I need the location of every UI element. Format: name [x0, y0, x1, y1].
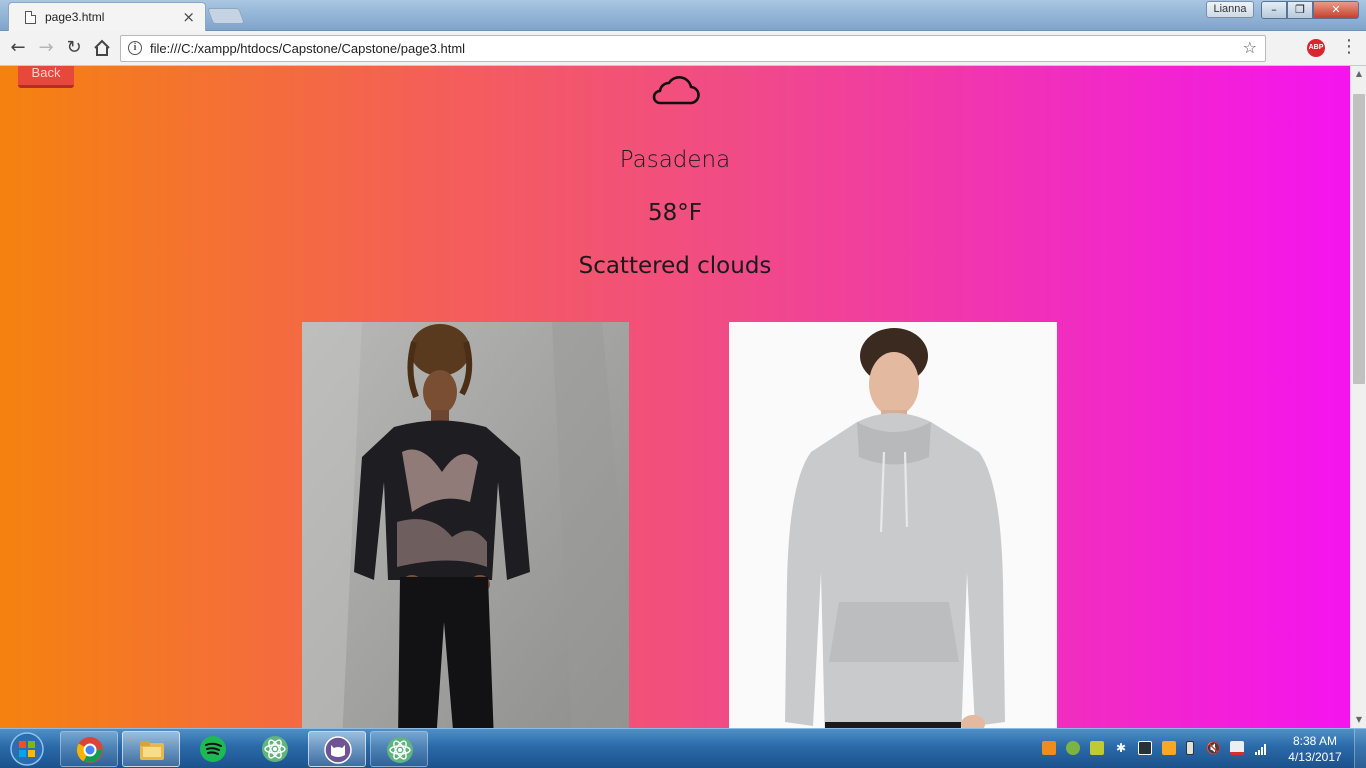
clock-time: 8:38 AM [1292, 734, 1338, 748]
windows-taskbar: ✱ 🔇 8:38 AM 4/13/2017 [0, 728, 1366, 768]
minimize-button[interactable]: – [1261, 1, 1287, 19]
taskbar-file-explorer[interactable] [122, 731, 180, 767]
github-cat-icon [324, 736, 352, 764]
info-icon[interactable]: i [128, 41, 142, 55]
battery-icon[interactable] [1186, 741, 1194, 755]
city-name: Pasadena [619, 147, 731, 173]
taskbar-chrome[interactable] [60, 731, 118, 767]
home-icon[interactable] [90, 36, 114, 60]
grey-hoodie-photo [729, 322, 1057, 728]
show-desktop-button[interactable] [1354, 729, 1366, 768]
display-tray-icon[interactable] [1138, 741, 1152, 755]
taskbar-spotify[interactable] [184, 731, 242, 767]
signal-bars-icon[interactable] [1254, 741, 1268, 755]
new-tab-button[interactable] [207, 8, 245, 24]
reload-icon[interactable]: ↻ [62, 36, 86, 60]
system-clock[interactable]: 8:38 AM 4/13/2017 [1282, 733, 1348, 765]
scroll-thumb[interactable] [1353, 94, 1365, 384]
bookmark-star-icon[interactable]: ☆ [1243, 38, 1257, 57]
volume-muted-icon[interactable]: 🔇 [1206, 741, 1221, 755]
browser-menu-icon[interactable]: ⋮ [1340, 36, 1358, 60]
folder-icon [140, 741, 164, 760]
forward-arrow-icon[interactable]: → [34, 36, 58, 60]
network-tray-icon[interactable] [1066, 741, 1080, 755]
chrome-icon [76, 737, 103, 763]
weather-description: Scattered clouds [578, 253, 772, 279]
clock-date: 4/13/2017 [1288, 750, 1342, 764]
app-tray-icon[interactable] [1090, 741, 1104, 755]
taskbar-github-desktop[interactable] [308, 731, 366, 767]
cloud-icon [652, 76, 700, 105]
windows-start-icon[interactable] [4, 730, 50, 768]
scroll-down-icon[interactable]: ▼ [1351, 712, 1366, 728]
tie-dye-sweatshirt-photo [302, 322, 629, 728]
back-arrow-icon[interactable]: ← [6, 36, 30, 60]
adblock-icon[interactable]: ABP [1307, 39, 1325, 57]
url-text[interactable]: file:///C:/xampp/htdocs/Capstone/Capston… [150, 41, 465, 56]
browser-tab[interactable]: page3.html × [8, 2, 206, 31]
browser-toolbar: ← → ↻ i file:///C:/xampp/htdocs/Capstone… [0, 31, 1366, 66]
close-window-button[interactable]: ✕ [1313, 1, 1359, 19]
atom-icon [262, 736, 288, 762]
tab-title: page3.html [45, 10, 105, 24]
taskbar-atom-window[interactable] [370, 731, 428, 767]
page-icon [25, 11, 36, 24]
spotify-icon [200, 736, 226, 762]
atom-icon [387, 737, 413, 763]
page-scrollbar[interactable]: ▲ ▼ [1350, 66, 1366, 728]
taskbar-atom[interactable] [246, 731, 304, 767]
update-tray-icon[interactable] [1162, 741, 1176, 755]
address-bar[interactable]: i file:///C:/xampp/htdocs/Capstone/Capst… [120, 35, 1266, 62]
profile-button[interactable]: Lianna [1206, 1, 1254, 18]
bluetooth-icon[interactable]: ✱ [1114, 741, 1128, 755]
temperature: 58°F [648, 200, 702, 226]
back-button[interactable]: Back [18, 66, 74, 88]
page-viewport: Back Pasadena 58°F Scattered clouds [0, 66, 1350, 728]
maximize-button[interactable]: ❐ [1287, 1, 1313, 19]
system-tray: ✱ 🔇 [1036, 729, 1286, 768]
tab-close-icon[interactable]: × [182, 8, 195, 26]
scroll-up-icon[interactable]: ▲ [1351, 66, 1366, 82]
flag-icon[interactable] [1230, 741, 1244, 755]
xampp-tray-icon[interactable] [1042, 741, 1056, 755]
browser-titlebar: page3.html × Lianna – ❐ ✕ [0, 0, 1366, 31]
